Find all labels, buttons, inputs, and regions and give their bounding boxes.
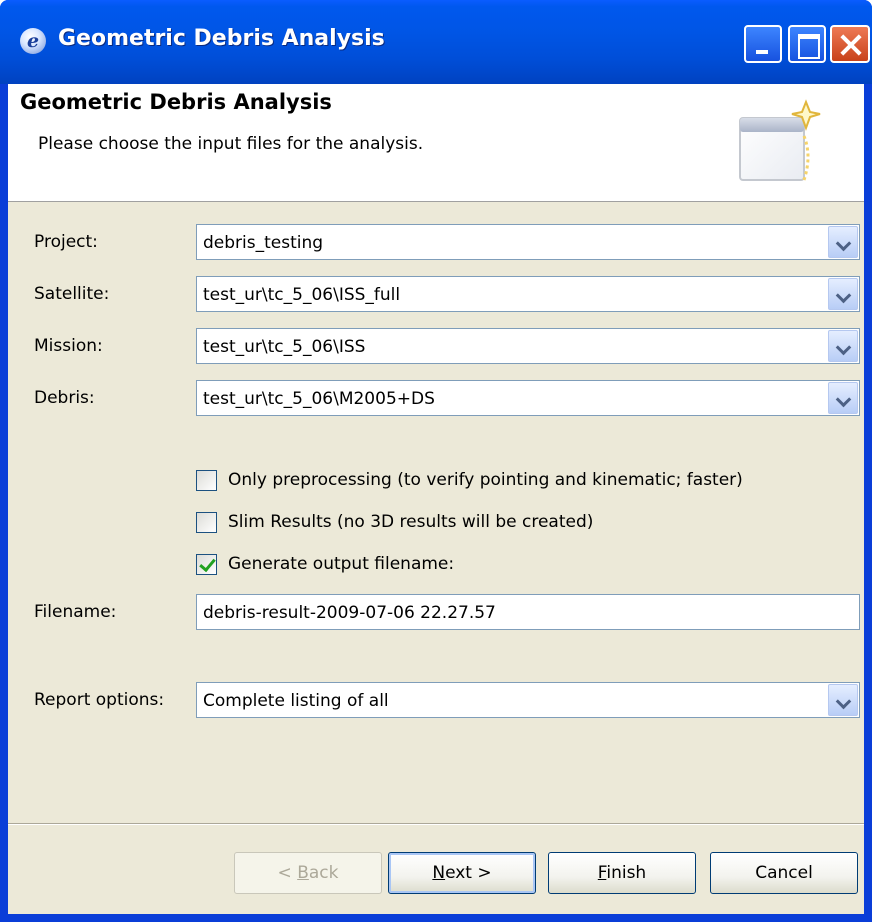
maximize-button[interactable] xyxy=(788,25,826,63)
mission-value: test_ur\tc_5_06\ISS xyxy=(203,337,366,357)
dialog-window: e Geometric Debris Analysis Geometric De… xyxy=(0,0,872,922)
eclipse-icon: e xyxy=(20,28,46,54)
close-button[interactable] xyxy=(830,25,870,63)
chevron-down-icon[interactable] xyxy=(828,278,858,310)
back-button[interactable]: < Back xyxy=(234,852,382,894)
report-options-label: Report options: xyxy=(34,690,165,710)
cancel-button[interactable]: Cancel xyxy=(710,852,858,894)
debris-value: test_ur\tc_5_06\M2005+DS xyxy=(203,389,435,409)
slim-results-checkbox[interactable] xyxy=(196,512,217,533)
next-rest: ext > xyxy=(445,863,492,883)
mission-combo[interactable]: test_ur\tc_5_06\ISS xyxy=(196,328,860,364)
back-prefix: < xyxy=(277,863,298,883)
generate-filename-label[interactable]: Generate output filename: xyxy=(228,554,454,574)
satellite-combo[interactable]: test_ur\tc_5_06\ISS_full xyxy=(196,276,860,312)
satellite-label: Satellite: xyxy=(34,284,110,304)
wizard-banner: Geometric Debris Analysis Please choose … xyxy=(8,84,864,202)
title-bar[interactable]: e Geometric Debris Analysis xyxy=(0,0,872,84)
chevron-down-icon[interactable] xyxy=(828,684,858,716)
back-rest: ack xyxy=(308,863,339,883)
only-preprocessing-label[interactable]: Only preprocessing (to verify pointing a… xyxy=(228,470,743,490)
chevron-down-icon[interactable] xyxy=(828,382,858,414)
dialog-client-area: Geometric Debris Analysis Please choose … xyxy=(8,84,864,914)
new-window-wizard-icon xyxy=(739,99,821,181)
button-separator xyxy=(8,823,864,825)
only-preprocessing-checkbox[interactable] xyxy=(196,470,217,491)
finish-button[interactable]: Finish xyxy=(548,852,696,894)
satellite-value: test_ur\tc_5_06\ISS_full xyxy=(203,285,401,305)
window-title: Geometric Debris Analysis xyxy=(58,26,385,51)
next-mnemonic: N xyxy=(432,863,446,883)
banner-title: Geometric Debris Analysis xyxy=(20,90,332,114)
project-value: debris_testing xyxy=(203,233,324,253)
banner-description: Please choose the input files for the an… xyxy=(38,134,424,154)
report-options-value: Complete listing of all xyxy=(203,691,389,711)
debris-combo[interactable]: test_ur\tc_5_06\M2005+DS xyxy=(196,380,860,416)
finish-rest: inish xyxy=(606,863,647,883)
mission-label: Mission: xyxy=(34,336,103,356)
next-button[interactable]: Next > xyxy=(388,852,536,894)
generate-filename-checkbox[interactable] xyxy=(196,554,217,575)
project-combo[interactable]: debris_testing xyxy=(196,224,860,260)
project-label: Project: xyxy=(34,232,98,252)
slim-results-label[interactable]: Slim Results (no 3D results will be crea… xyxy=(228,512,593,532)
filename-label: Filename: xyxy=(34,602,117,622)
chevron-down-icon[interactable] xyxy=(828,226,858,258)
report-options-combo[interactable]: Complete listing of all xyxy=(196,682,860,718)
filename-value: debris-result-2009-07-06 22.27.57 xyxy=(203,603,496,623)
back-mnemonic: B xyxy=(297,863,309,883)
minimize-button[interactable] xyxy=(744,25,782,63)
chevron-down-icon[interactable] xyxy=(828,330,858,362)
filename-field[interactable]: debris-result-2009-07-06 22.27.57 xyxy=(196,594,860,630)
debris-label: Debris: xyxy=(34,388,95,408)
